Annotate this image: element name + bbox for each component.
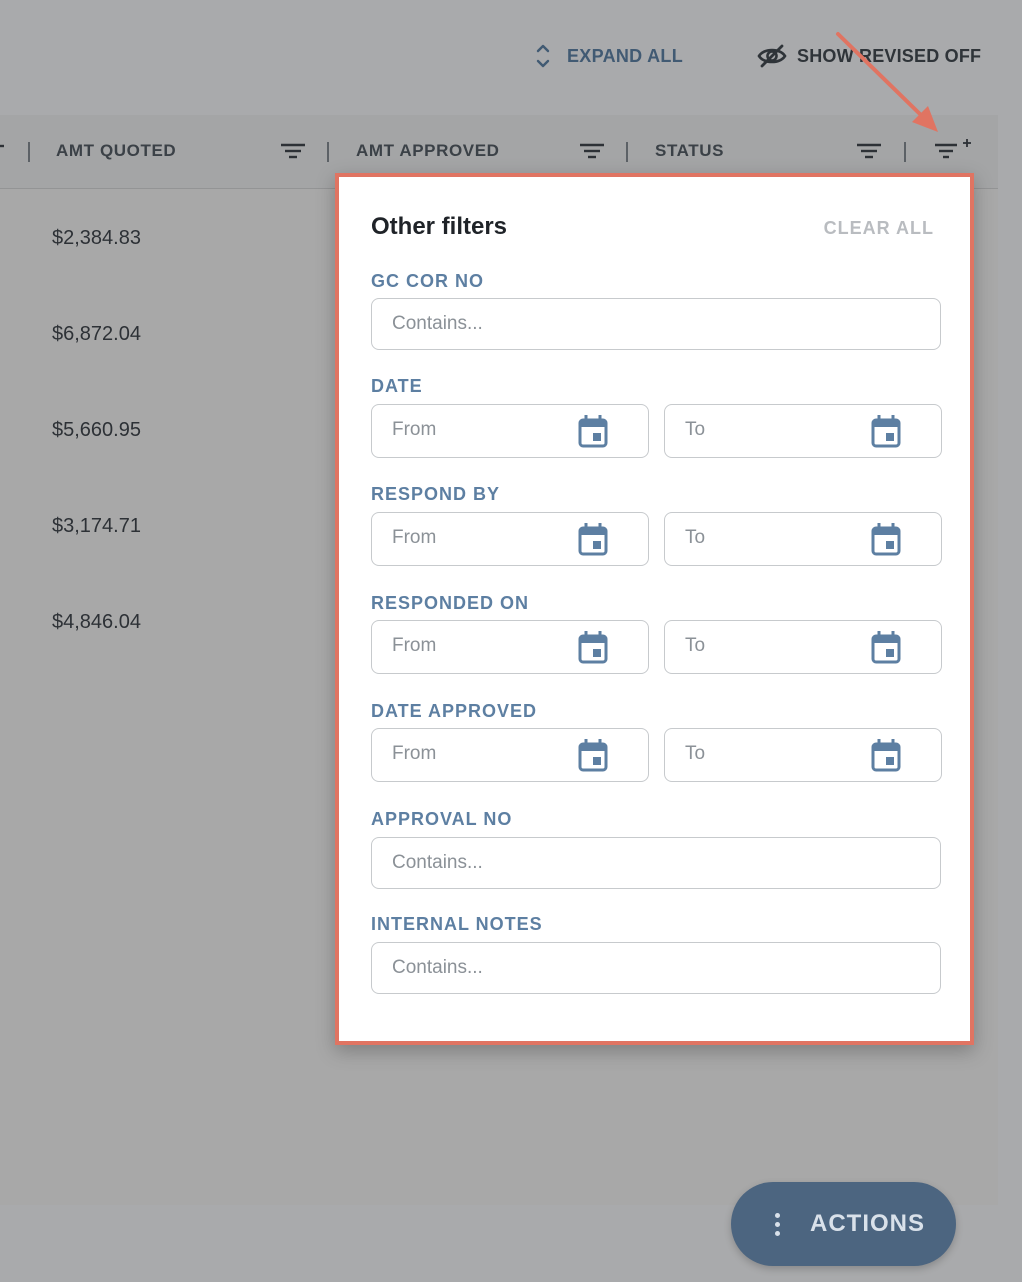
table-cell-amt-quoted: $3,174.71 [52,515,141,537]
calendar-icon[interactable] [578,414,608,448]
filter-plus-icon[interactable] [933,137,973,163]
column-header-amt-quoted[interactable]: AMT QUOTED [56,141,176,161]
approval-no-label: APPROVAL NO [371,809,513,829]
calendar-icon[interactable] [871,522,901,556]
calendar-icon[interactable] [871,630,901,664]
responded-on-from-placeholder: From [392,635,437,656]
internal-notes-label: INTERNAL NOTES [371,914,543,934]
actions-label: ACTIONS [810,1210,925,1237]
date-approved-to-placeholder: To [685,743,706,764]
date-from-placeholder: From [392,419,437,440]
annotation-arrow [836,32,938,132]
respond-by-from-placeholder: From [392,527,437,548]
clear-all-button[interactable]: CLEAR ALL [824,218,934,239]
filter-icon[interactable] [856,140,882,162]
date-to-field[interactable]: To [664,404,942,458]
table-cell-amt-quoted: $4,846.04 [52,611,141,633]
respond-by-to-field[interactable]: To [664,512,942,566]
gc-cor-no-input[interactable] [371,298,941,350]
column-header-amt-approved[interactable]: AMT APPROVED [356,141,500,161]
column-divider [626,142,628,162]
expand-all-button[interactable]: EXPAND ALL [533,40,683,72]
date-from-field[interactable]: From [371,404,649,458]
table-cell-amt-quoted: $6,872.04 [52,323,141,345]
responded-on-label: RESPONDED ON [371,593,530,613]
date-approved-from-placeholder: From [392,743,437,764]
more-vertical-icon [775,1212,780,1236]
other-filters-popover: Other filters CLEAR ALL GC COR NO DATE F… [335,173,974,1045]
table-cell-amt-quoted: $2,384.83 [52,227,141,249]
gc-cor-no-label: GC COR NO [371,271,485,291]
calendar-icon[interactable] [578,738,608,772]
column-divider [28,142,30,162]
calendar-icon[interactable] [578,630,608,664]
column-divider [904,142,906,162]
date-label: DATE [371,376,423,396]
calendar-icon[interactable] [578,522,608,556]
responded-on-to-placeholder: To [685,635,706,656]
internal-notes-input[interactable] [371,942,941,994]
expand-all-label: EXPAND ALL [567,45,684,66]
filter-icon[interactable] [579,140,605,162]
respond-by-from-field[interactable]: From [371,512,649,566]
column-header-status[interactable]: STATUS [655,141,724,161]
date-approved-from-field[interactable]: From [371,728,649,782]
table-cell-amt-quoted: $5,660.95 [52,419,141,441]
calendar-icon[interactable] [871,414,901,448]
calendar-icon[interactable] [871,738,901,772]
popover-title: Other filters [371,213,508,240]
responded-on-from-field[interactable]: From [371,620,649,674]
respond-by-label: RESPOND BY [371,484,501,504]
responded-on-to-field[interactable]: To [664,620,942,674]
chevron-expand-icon [536,44,550,68]
approval-no-input[interactable] [371,837,941,889]
filter-icon[interactable] [280,140,306,162]
filter-icon[interactable] [0,140,6,162]
date-to-placeholder: To [685,419,706,440]
date-approved-label: DATE APPROVED [371,701,538,721]
actions-button[interactable]: ACTIONS [731,1182,956,1266]
column-divider [327,142,329,162]
eye-off-icon [757,44,787,68]
respond-by-to-placeholder: To [685,527,706,548]
date-approved-to-field[interactable]: To [664,728,942,782]
